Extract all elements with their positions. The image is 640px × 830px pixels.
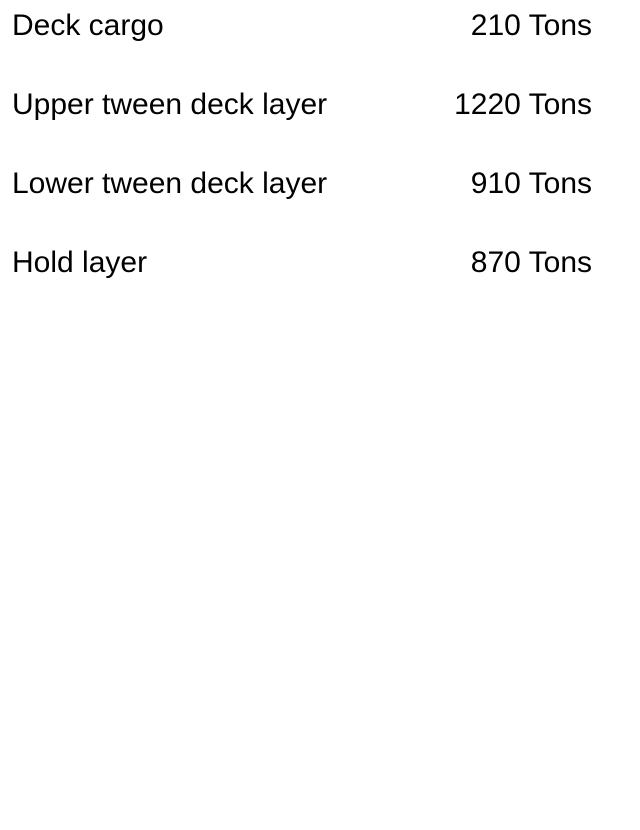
cargo-row-label: Deck cargo xyxy=(12,9,164,42)
cargo-row-lower-tween-deck: Lower tween deck layer 910 Tons xyxy=(12,164,592,243)
cargo-row-label: Hold layer xyxy=(12,246,148,279)
cargo-row-value: 910 Tons xyxy=(470,167,592,200)
cargo-distribution-list: Deck cargo 210 Tons Upper tween deck lay… xyxy=(12,6,592,322)
cargo-row-label: Lower tween deck layer xyxy=(12,167,328,200)
cargo-row-deck-cargo: Deck cargo 210 Tons xyxy=(12,6,592,85)
cargo-row-value: 210 Tons xyxy=(470,9,592,42)
cargo-row-upper-tween-deck: Upper tween deck layer 1220 Tons xyxy=(12,85,592,164)
cargo-row-value: 870 Tons xyxy=(470,246,592,279)
cargo-row-hold-layer: Hold layer 870 Tons xyxy=(12,243,592,322)
cargo-row-label: Upper tween deck layer xyxy=(12,88,328,121)
cargo-row-value: 1220 Tons xyxy=(454,88,592,121)
